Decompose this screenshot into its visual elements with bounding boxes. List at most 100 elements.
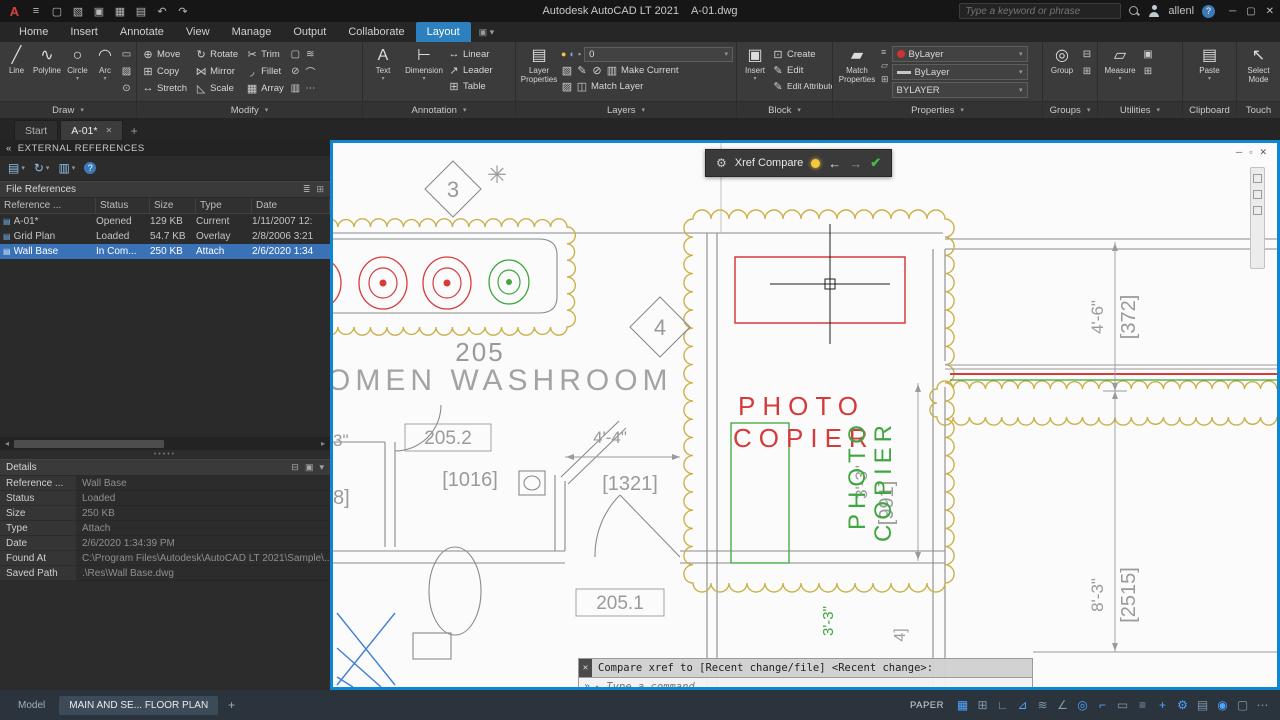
- next-change-icon[interactable]: →: [849, 157, 862, 170]
- column-date[interactable]: Date: [252, 198, 330, 213]
- scale-button[interactable]: ◺Scale: [195, 80, 238, 96]
- panel-label-modify[interactable]: Modify: [137, 101, 362, 118]
- drawing-canvas[interactable]: 3 ✳ 4 205 OMEN WASHROOM 205.2 205.1 4'-4…: [330, 140, 1280, 690]
- tab-layout[interactable]: Layout: [416, 22, 471, 42]
- layer-on-icon[interactable]: ●: [561, 49, 566, 59]
- model-tab[interactable]: Model: [8, 696, 55, 715]
- new-icon[interactable]: ▢: [49, 5, 65, 18]
- palette-help-icon[interactable]: ?: [84, 162, 96, 174]
- layer-tool-icon[interactable]: ▥: [606, 64, 618, 77]
- linear-button[interactable]: ↔Linear: [448, 46, 493, 62]
- polar-tracking-icon[interactable]: ⊿: [1013, 698, 1032, 712]
- column-status[interactable]: Status: [96, 198, 150, 213]
- tree-view-icon[interactable]: ⊞: [316, 184, 324, 195]
- layer-tool-icon[interactable]: ◫: [576, 80, 588, 93]
- workspace-gear-icon[interactable]: ⚙: [1173, 698, 1192, 712]
- new-tab-button[interactable]: +: [125, 121, 143, 140]
- chevron-down-icon[interactable]: ▾: [724, 50, 728, 58]
- match-layer-button[interactable]: ▨ ◫ Match Layer: [561, 78, 733, 94]
- move-button[interactable]: ⊕Move: [142, 46, 187, 62]
- column-type[interactable]: Type: [196, 198, 252, 213]
- scrollbar-thumb[interactable]: [14, 440, 164, 448]
- arc-button[interactable]: ◠ Arc: [93, 44, 117, 101]
- group-edit-icon[interactable]: ⊞: [1080, 63, 1094, 80]
- navigation-bar[interactable]: [1250, 167, 1265, 269]
- tab-collaborate[interactable]: Collaborate: [337, 22, 415, 42]
- column-reference-name[interactable]: Reference ...: [0, 198, 96, 213]
- save-icon[interactable]: ▣: [91, 5, 107, 18]
- panel-label-utilities[interactable]: Utilities: [1098, 101, 1182, 118]
- previous-change-icon[interactable]: ←: [828, 157, 841, 170]
- scroll-right-icon[interactable]: ▸: [318, 439, 328, 448]
- clean-screen-icon[interactable]: ▢: [1233, 698, 1252, 712]
- layer-tool-icon[interactable]: ✎: [576, 64, 588, 77]
- snap-icon[interactable]: ⊞: [973, 698, 992, 712]
- maximize-button[interactable]: ▢: [1246, 6, 1255, 17]
- paste-button[interactable]: ▤ Paste: [1193, 44, 1227, 101]
- layer-freeze-icon[interactable]: ◐: [569, 49, 574, 59]
- grid-icon[interactable]: ▦: [953, 698, 972, 712]
- properties-list-icon[interactable]: ≡: [881, 47, 889, 57]
- copy-button[interactable]: ⊞Copy: [142, 63, 187, 79]
- column-size[interactable]: Size: [150, 198, 196, 213]
- accept-check-icon[interactable]: ✔: [870, 155, 881, 171]
- annotation-scale-icon[interactable]: ▤: [1193, 698, 1212, 712]
- measure-button[interactable]: ▱ Measure: [1101, 44, 1139, 101]
- refresh-button[interactable]: ↻▾: [34, 161, 50, 175]
- command-input[interactable]: [604, 680, 1027, 691]
- tab-start[interactable]: Start: [14, 120, 58, 140]
- isodraft-icon[interactable]: ≋: [1033, 698, 1052, 712]
- highlight-bulb-icon[interactable]: [811, 159, 820, 168]
- lineweight-display-icon[interactable]: ⌐: [1093, 698, 1112, 712]
- doc-restore-icon[interactable]: ▫: [1249, 147, 1252, 158]
- rectangle-icon[interactable]: ▭: [119, 46, 134, 63]
- circle-button[interactable]: ○ Circle: [64, 44, 91, 101]
- search-icon[interactable]: [1129, 6, 1140, 17]
- explode-icon[interactable]: ≋: [303, 46, 318, 63]
- more-modify-icon[interactable]: ⋯: [303, 80, 318, 97]
- tab-insert[interactable]: Insert: [59, 22, 109, 42]
- tab-view[interactable]: View: [175, 22, 221, 42]
- gear-icon[interactable]: ⚙: [716, 156, 727, 170]
- panel-label-properties[interactable]: Properties: [833, 101, 1042, 118]
- ribbon-display-toggle-icon[interactable]: ▣ ▾: [471, 22, 503, 42]
- chevron-down-icon[interactable]: ▾: [595, 683, 599, 691]
- open-icon[interactable]: ▧: [70, 5, 86, 18]
- ungroup-icon[interactable]: ⊟: [1080, 46, 1094, 63]
- polygon-icon[interactable]: ◇: [134, 63, 136, 80]
- layer-tool-icon[interactable]: ⊘: [591, 64, 603, 77]
- doc-close-icon[interactable]: ✕: [1259, 147, 1267, 158]
- undo-icon[interactable]: ↶: [154, 5, 170, 18]
- id-point-icon[interactable]: ⊞: [1141, 63, 1155, 80]
- table-row[interactable]: ▤Grid Plan Loaded 54.7 KB Overlay 2/8/20…: [0, 229, 330, 244]
- help-icon[interactable]: ?: [1202, 5, 1215, 18]
- attach-dwg-button[interactable]: ▤▾: [8, 161, 25, 175]
- table-row-selected[interactable]: ▤Wall Base In Com... 250 KB Attach 2/6/2…: [0, 244, 330, 259]
- ortho-icon[interactable]: ∟: [993, 698, 1012, 712]
- object-snap-icon[interactable]: ◎: [1073, 698, 1092, 712]
- splitter-handle[interactable]: •••••: [0, 450, 330, 459]
- close-tab-icon[interactable]: ✕: [105, 126, 112, 135]
- tab-output[interactable]: Output: [282, 22, 337, 42]
- list-view-icon[interactable]: ≣: [303, 184, 311, 195]
- tab-home[interactable]: Home: [8, 22, 59, 42]
- color-dropdown[interactable]: ByLayer▾: [892, 46, 1028, 62]
- edit-block-button[interactable]: ✎Edit: [772, 62, 832, 78]
- text-button[interactable]: A Text: [366, 44, 400, 101]
- join-icon[interactable]: ⌒: [303, 63, 318, 80]
- transparency-icon[interactable]: ▭: [1113, 698, 1132, 712]
- ellipse-icon[interactable]: ◠: [134, 46, 136, 63]
- more-draw-icon[interactable]: ⋯: [134, 80, 136, 97]
- panel-label-annotation[interactable]: Annotation: [363, 101, 515, 118]
- paper-space-toggle[interactable]: PAPER: [910, 700, 944, 711]
- break-icon[interactable]: ▥: [288, 80, 303, 97]
- panel-label-draw[interactable]: Draw: [0, 101, 136, 118]
- customization-menu-icon[interactable]: ⋯: [1253, 698, 1272, 712]
- dynamic-input-icon[interactable]: +: [1153, 698, 1172, 712]
- edit-attributes-button[interactable]: ✎Edit Attributes: [772, 78, 832, 94]
- select-mode-button[interactable]: ↖ Select Mode: [1240, 44, 1278, 101]
- group-button[interactable]: ◎ Group: [1046, 44, 1078, 101]
- redo-icon[interactable]: ↷: [175, 5, 191, 18]
- horizontal-scrollbar[interactable]: ◂ ▸: [0, 437, 330, 450]
- panel-label-groups[interactable]: Groups: [1043, 101, 1097, 118]
